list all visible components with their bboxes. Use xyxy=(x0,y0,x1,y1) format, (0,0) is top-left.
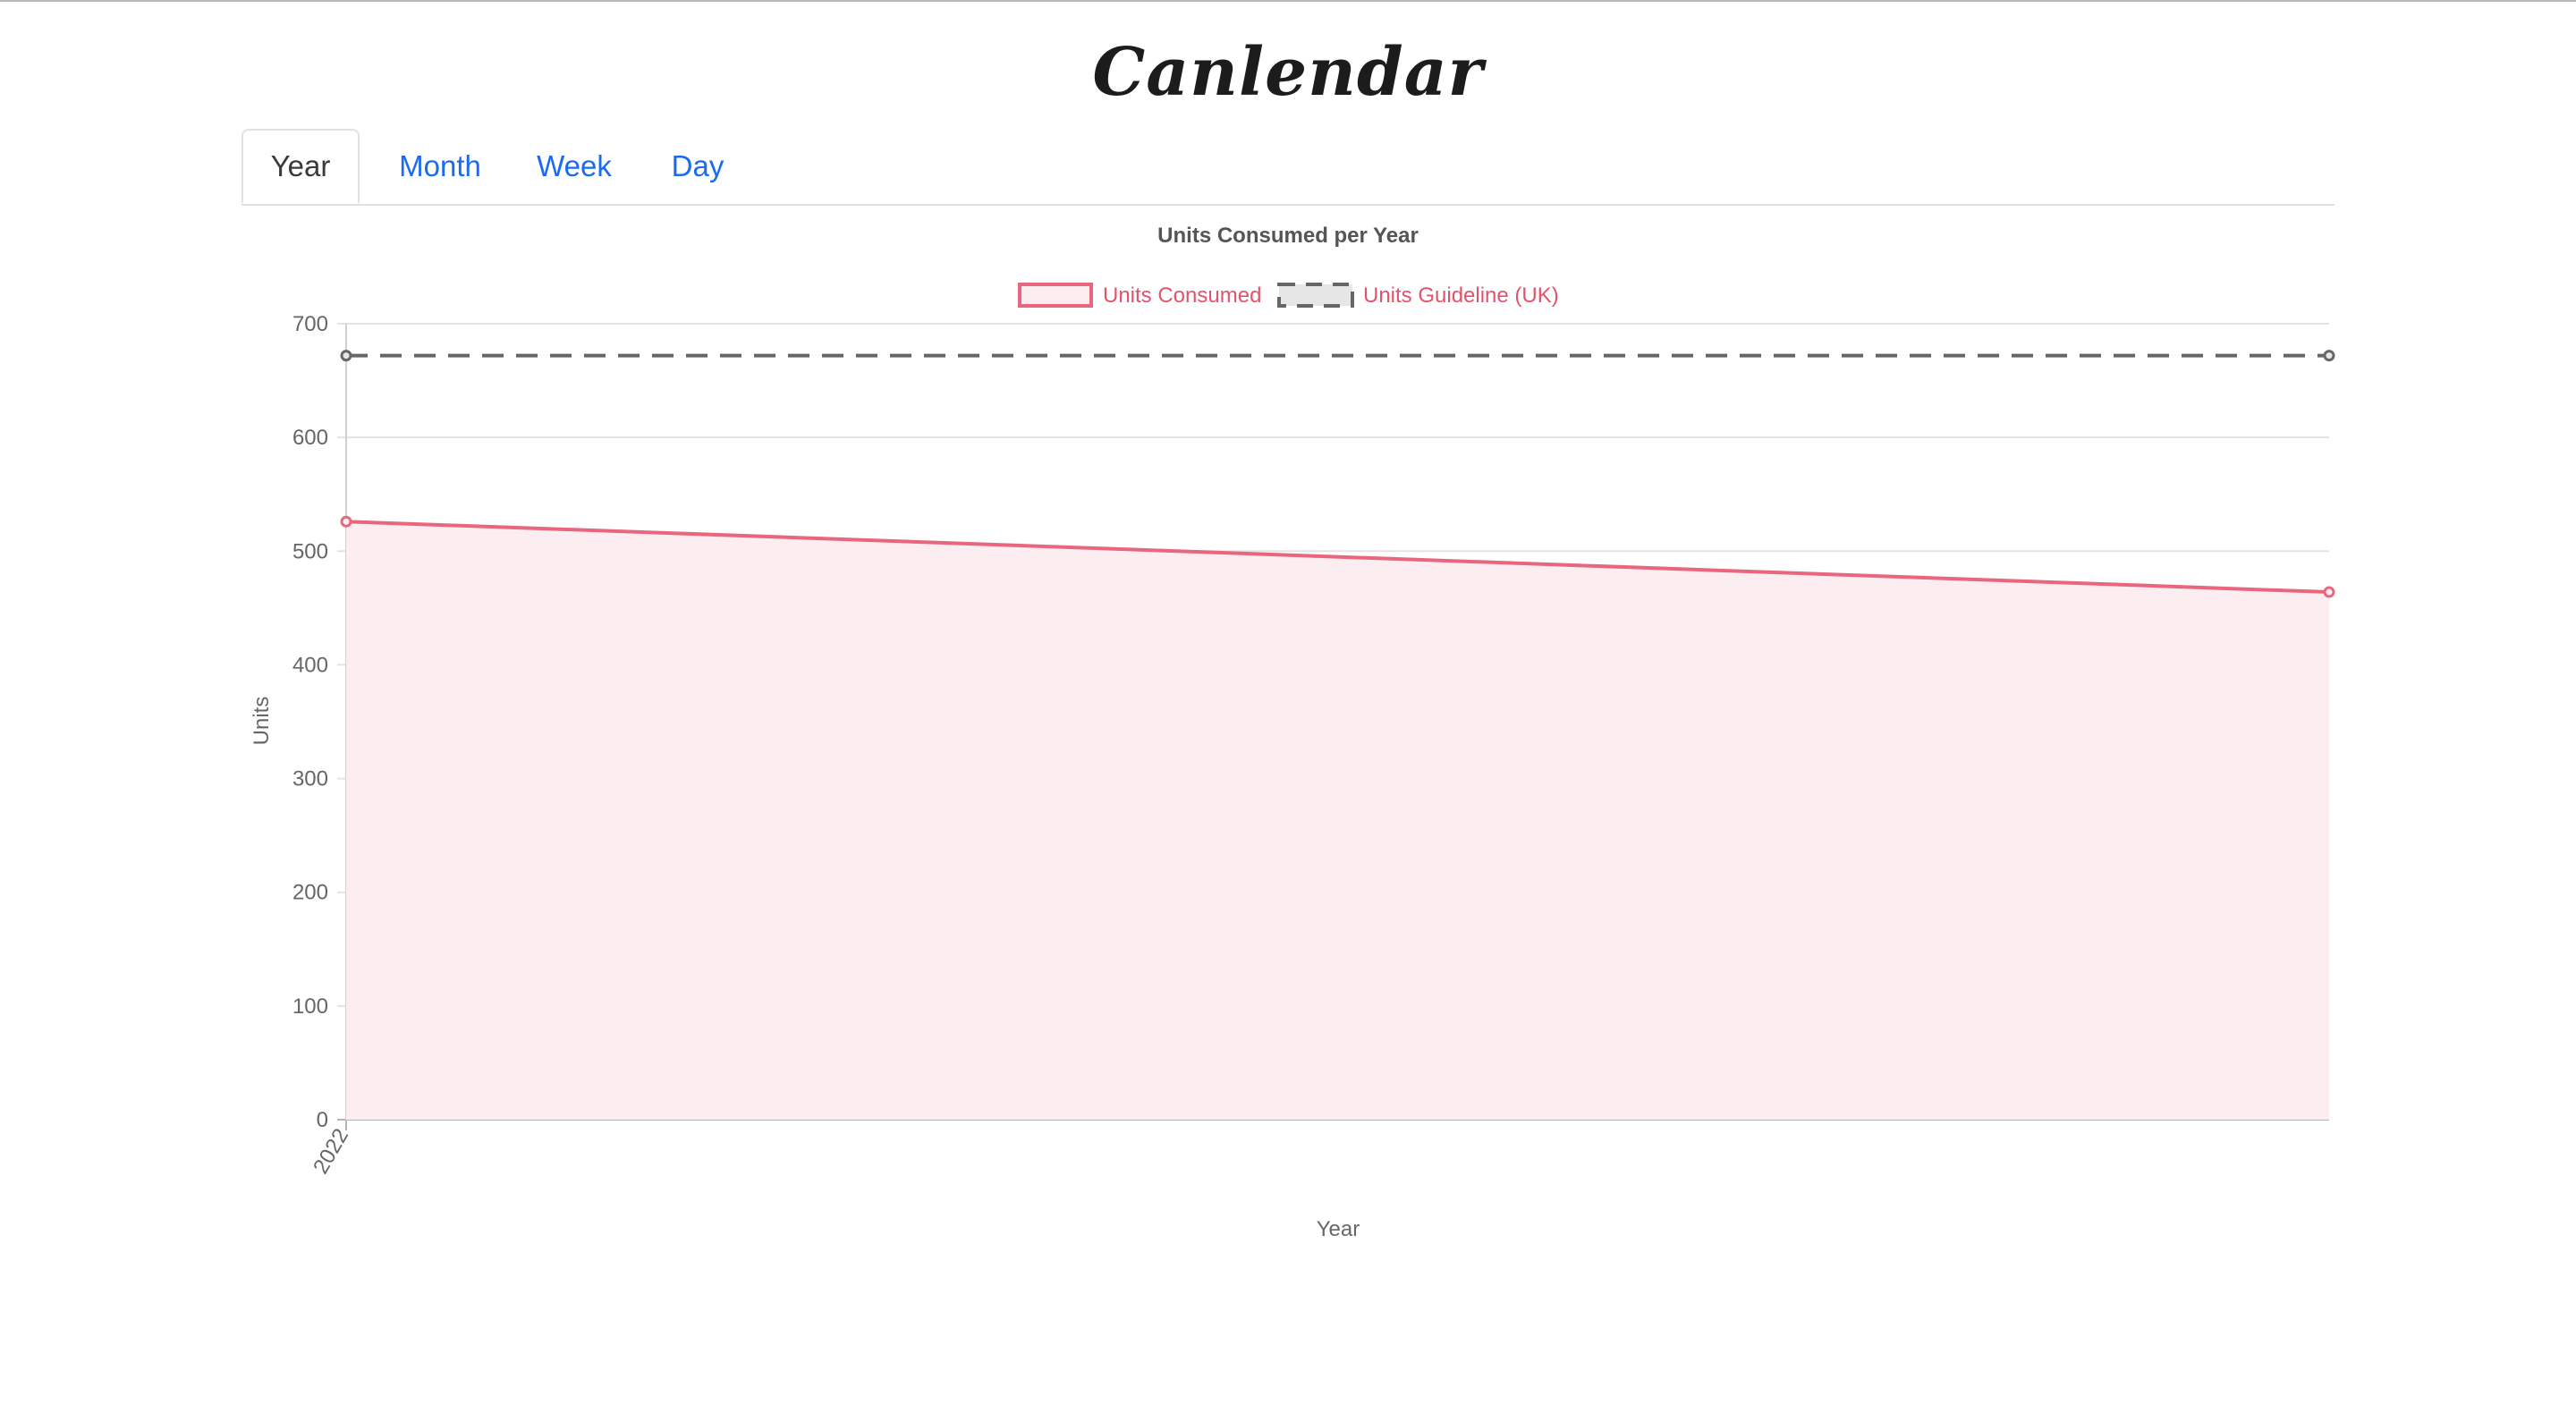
data-point-1-1[interactable] xyxy=(2323,350,2335,362)
y-axis-ticks: 0 100 200 300 400 500 600 700 xyxy=(292,312,328,1132)
y-tick-label: 100 xyxy=(292,994,328,1019)
data-point-0-0[interactable] xyxy=(340,515,352,528)
series-area-0 xyxy=(346,521,2329,1120)
plot-area xyxy=(340,350,2335,1120)
y-tick-label: 0 xyxy=(317,1108,328,1132)
legend-label-consumed[interactable]: Units Consumed xyxy=(1103,283,1261,308)
y-tick-label: 300 xyxy=(292,767,328,791)
y-tick-label: 400 xyxy=(292,653,328,677)
legend-label-guideline[interactable]: Units Guideline (UK) xyxy=(1363,283,1559,308)
y-tick-label: 700 xyxy=(292,312,328,336)
units-chart: Units Consumed per Year Units Consumed U… xyxy=(250,224,2335,1241)
legend: Units Consumed Units Guideline (UK) xyxy=(1018,283,1559,308)
data-point-1-0[interactable] xyxy=(340,350,352,362)
x-axis-label: Year xyxy=(1317,1217,1360,1241)
y-tick-label: 500 xyxy=(292,539,328,563)
x-tick-label: 2022 xyxy=(309,1125,353,1179)
y-axis-label: Units xyxy=(250,697,274,746)
legend-swatch-guideline[interactable] xyxy=(1277,283,1354,308)
data-point-0-1[interactable] xyxy=(2323,586,2335,598)
y-tick-label: 600 xyxy=(292,426,328,450)
chart-title: Units Consumed per Year xyxy=(1157,224,1419,248)
legend-swatch-consumed[interactable] xyxy=(1018,283,1093,308)
y-tick-label: 200 xyxy=(292,881,328,905)
